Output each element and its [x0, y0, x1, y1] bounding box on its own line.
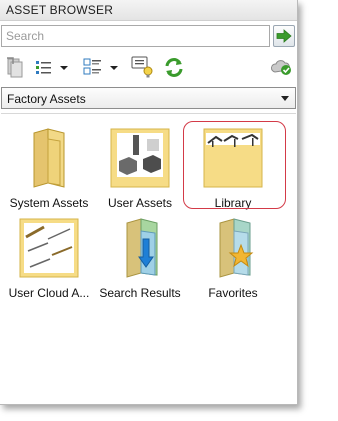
tile-favorites[interactable]: Favorites	[188, 213, 278, 300]
cloud-sync-button[interactable]	[270, 54, 294, 80]
list-view-button[interactable]	[34, 54, 54, 80]
detail-view-icon	[83, 58, 101, 75]
list-view-icon	[36, 61, 51, 74]
import-icon	[7, 57, 23, 78]
selection-highlight	[183, 121, 286, 209]
user-assets-thumbnail	[110, 128, 170, 188]
refresh-button[interactable]	[162, 54, 186, 80]
tile-label: Favorites	[208, 286, 258, 300]
import-button[interactable]	[4, 54, 26, 80]
tile-system-assets[interactable]: System Assets	[4, 123, 94, 210]
list-view-dropdown[interactable]	[58, 54, 70, 80]
chevron-down-icon	[281, 96, 289, 101]
dropdown-caret-icon	[60, 66, 68, 70]
cloud-sync-icon	[271, 60, 291, 75]
tile-label: User Assets	[107, 196, 173, 210]
search-field[interactable]	[1, 25, 270, 47]
detail-view-button[interactable]	[82, 54, 104, 80]
asset-source-dropdown[interactable]: Factory Assets	[1, 87, 296, 109]
refresh-icon	[165, 58, 183, 77]
tile-search-results[interactable]: Search Results	[95, 213, 185, 300]
tooltip-icon	[131, 56, 153, 78]
tile-user-assets[interactable]: User Assets	[95, 123, 185, 210]
search-input[interactable]	[2, 26, 269, 46]
tile-label: Search Results	[99, 286, 181, 300]
tile-label: System Assets	[9, 196, 89, 210]
favorites-folder-icon	[219, 218, 254, 278]
detail-view-dropdown[interactable]	[108, 54, 120, 80]
panel-title: ASSET BROWSER	[6, 3, 114, 17]
dropdown-caret-icon	[110, 66, 118, 70]
tile-user-cloud-assets[interactable]: User Cloud A...	[4, 213, 94, 300]
panel-titlebar: ASSET BROWSER	[0, 0, 297, 21]
arrow-right-icon	[276, 29, 292, 43]
asset-source-selected: Factory Assets	[7, 92, 86, 106]
tooltip-toggle-button[interactable]	[130, 54, 154, 80]
tile-label: User Cloud A...	[8, 286, 90, 300]
toolbar	[0, 54, 297, 82]
search-go-button[interactable]	[273, 25, 295, 47]
user-cloud-assets-thumbnail	[19, 218, 79, 278]
search-results-folder-icon	[126, 218, 158, 278]
asset-browser-panel: ASSET BROWSER Search Factory Assets Syst…	[0, 0, 298, 405]
folder-icon	[33, 128, 65, 188]
